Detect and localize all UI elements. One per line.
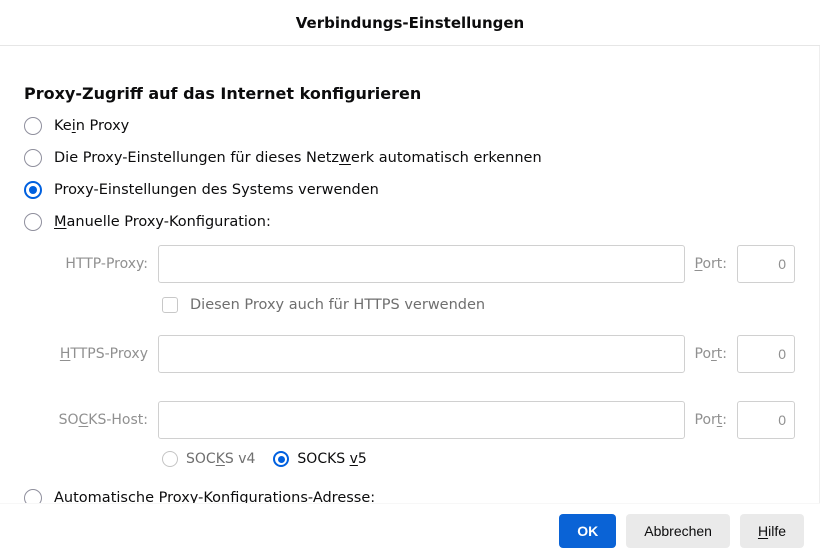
- cancel-button[interactable]: Abbrechen: [626, 514, 730, 548]
- radio-pac-url[interactable]: Automatische Proxy-Konfigurations-Adress…: [24, 489, 795, 503]
- radio-auto-detect-label: Die Proxy-Einstellungen für dieses Netzw…: [54, 150, 542, 166]
- radio-auto-detect[interactable]: Die Proxy-Einstellungen für dieses Netzw…: [24, 149, 795, 167]
- radio-manual-proxy-label: Manuelle Proxy-Konfiguration:: [54, 214, 271, 230]
- radio-system-proxy-label: Proxy-Einstellungen des Systems verwende…: [54, 182, 379, 198]
- ok-button[interactable]: OK: [559, 514, 616, 548]
- http-port-label: Port:: [695, 256, 727, 272]
- radio-icon: [24, 149, 42, 167]
- radio-no-proxy-label: Kein Proxy: [54, 118, 129, 134]
- socks-host-input[interactable]: [158, 401, 685, 439]
- radio-icon: [162, 451, 178, 467]
- radio-socks-v5[interactable]: SOCKS v5: [273, 451, 366, 467]
- radio-pac-url-label: Automatische Proxy-Konfigurations-Adress…: [54, 490, 375, 503]
- dialog-title: Verbindungs-Einstellungen: [0, 0, 820, 46]
- http-proxy-input[interactable]: [158, 245, 685, 283]
- radio-system-proxy[interactable]: Proxy-Einstellungen des Systems verwende…: [24, 181, 795, 199]
- radio-icon: [24, 117, 42, 135]
- use-for-https-label: Diesen Proxy auch für HTTPS verwenden: [190, 297, 485, 313]
- dialog-body: Proxy-Zugriff auf das Internet konfiguri…: [0, 46, 820, 503]
- socks-port-input[interactable]: [737, 401, 795, 439]
- radio-icon: [24, 489, 42, 503]
- help-button[interactable]: Hilfe: [740, 514, 804, 548]
- https-proxy-label: HTTPS-Proxy: [50, 346, 148, 362]
- https-proxy-input[interactable]: [158, 335, 685, 373]
- radio-icon: [24, 213, 42, 231]
- radio-icon-selected: [24, 181, 42, 199]
- socks-host-label: SOCKS-Host:: [50, 412, 148, 428]
- http-proxy-label: HTTP-Proxy:: [50, 256, 148, 272]
- radio-no-proxy[interactable]: Kein Proxy: [24, 117, 795, 135]
- manual-proxy-form: HTTP-Proxy: Port: Diesen Proxy auch für …: [50, 245, 795, 467]
- radio-icon-selected: [273, 451, 289, 467]
- dialog-footer: OK Abbrechen Hilfe: [0, 503, 820, 560]
- use-for-https-checkbox[interactable]: Diesen Proxy auch für HTTPS verwenden: [162, 297, 795, 313]
- section-heading: Proxy-Zugriff auf das Internet konfiguri…: [24, 84, 795, 103]
- checkbox-icon: [162, 297, 178, 313]
- http-port-input[interactable]: [737, 245, 795, 283]
- https-port-input[interactable]: [737, 335, 795, 373]
- socks-port-label: Port:: [695, 412, 727, 428]
- https-port-label: Port:: [695, 346, 728, 362]
- radio-manual-proxy[interactable]: Manuelle Proxy-Konfiguration:: [24, 213, 795, 231]
- radio-socks-v4[interactable]: SOCKS v4: [162, 451, 255, 467]
